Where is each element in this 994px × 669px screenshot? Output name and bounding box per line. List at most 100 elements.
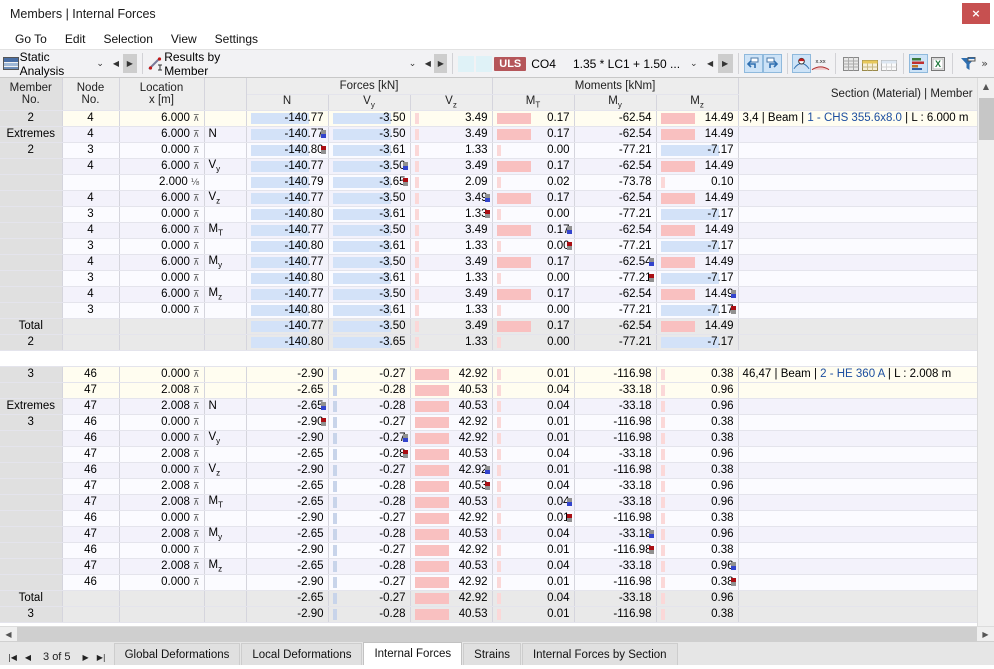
load-combination-group[interactable]: ULS CO4 1.35 * LC1 + 1.50 ... ⌄ ◀ ▶ (456, 50, 734, 77)
prev-page-icon[interactable]: ◀ (21, 653, 35, 662)
block-spacer (0, 350, 978, 367)
first-page-icon[interactable]: |◀ (4, 653, 21, 662)
table-row[interactable]: 47 2.008 ⊼ My -2.65 -0.28 40.53 0.04 -33.18 0.96 (0, 526, 978, 543)
chart-bars-icon[interactable] (909, 54, 929, 73)
location-value: 0.000 (161, 208, 190, 220)
cell-Vy: -3.50 (328, 190, 411, 207)
table-row[interactable]: 2.000 ⅛ -140.79 -3.65 2.09 0.02 -73.78 0.10 (0, 174, 978, 191)
table-row[interactable]: Total -2.65 -0.27 42.92 0.04 -33.18 0.96 (0, 590, 978, 607)
combination-prev-button[interactable]: ◀ (703, 54, 718, 73)
table-row[interactable]: 3 0.000 ⊼ -140.80 -3.61 1.33 0.00 -77.21 -7.17 (0, 302, 978, 319)
table-row[interactable]: Extremes 4 6.000 ⊼ N -140.77 -3.50 3.49 0.17 -62.… (0, 126, 978, 143)
table-row[interactable]: 2 3 0.000 ⊼ -140.80 -3.61 1.33 0.00 -77.21 -7.17 (0, 142, 978, 159)
cell-value: 14.49 (704, 192, 734, 204)
table-row[interactable]: 3 0.000 ⊼ -140.80 -3.61 1.33 0.00 -77.21 -7.17 (0, 206, 978, 223)
table-row[interactable]: Extremes 47 2.008 ⊼ N -2.65 -0.28 40.53 0.04 -33.… (0, 398, 978, 415)
table-row[interactable]: 47 2.008 ⊼ -2.65 -0.28 40.53 0.04 -33.18 0.96 (0, 478, 978, 495)
results-next-button[interactable]: ▶ (434, 54, 448, 73)
menu-item-goto[interactable]: Go To (6, 30, 56, 48)
node-marker-icon: ⊼ (192, 306, 200, 316)
table-row[interactable]: 4 6.000 ⊼ My -140.77 -3.50 3.49 0.17 -62.54 14.49 (0, 254, 978, 271)
cell-MT: 0.04 (492, 494, 575, 511)
horizontal-scroll-thumb[interactable] (17, 626, 977, 642)
analysis-next-button[interactable]: ▶ (122, 54, 137, 73)
overflow-icon[interactable]: » (977, 57, 992, 70)
table-row[interactable]: 3 -2.90 -0.28 40.53 0.01 -116.98 0.38 (0, 606, 978, 623)
analysis-prev-button[interactable]: ◀ (109, 54, 123, 73)
table-row[interactable]: 47 2.008 ⊼ -2.65 -0.28 40.53 0.04 -33.18 0.96 (0, 446, 978, 463)
table-row[interactable]: 3 46 0.000 ⊼ -2.90 -0.27 42.92 0.01 -116.98 0.38 4… (0, 366, 978, 383)
tab-internal-forces-by-section[interactable]: Internal Forces by Section (521, 643, 678, 665)
table-grey-icon[interactable] (841, 54, 860, 73)
tab-internal-forces[interactable]: Internal Forces (363, 642, 463, 665)
vertical-scrollbar[interactable]: ▲ (977, 78, 994, 626)
table-row[interactable]: 4 6.000 ⊼ MT -140.77 -3.50 3.49 0.17 -62.54 14.49 (0, 222, 978, 239)
table-row[interactable]: 3 46 0.000 ⊼ -2.90 -0.27 42.92 0.01 -116.98 0.38 (0, 414, 978, 431)
scroll-up-arrow-icon[interactable]: ▲ (978, 78, 994, 95)
table-row[interactable]: 2 -140.80 -3.65 1.33 0.00 -77.21 -7.17 (0, 334, 978, 351)
chevron-down-icon[interactable]: ⌄ (91, 59, 109, 69)
table-row[interactable]: 2 4 6.000 ⊼ -140.77 -3.50 3.49 0.17 -62.54 14.49 3… (0, 110, 978, 127)
table-row[interactable]: 3 0.000 ⊼ -140.80 -3.61 1.33 0.00 -77.21 -7.17 (0, 238, 978, 255)
cell-My: -116.98 (574, 366, 657, 383)
horizontal-scrollbar[interactable]: ◀ ▶ (0, 626, 994, 642)
node-no-cell: 46 (62, 414, 120, 431)
close-button[interactable]: × (962, 3, 990, 24)
table-row[interactable]: 46 0.000 ⊼ -2.90 -0.27 42.92 0.01 -116.98 0.38 (0, 542, 978, 559)
scroll-left-arrow-icon[interactable]: ◀ (0, 630, 17, 639)
menu-item-view[interactable]: View (162, 30, 206, 48)
table-row[interactable]: 4 6.000 ⊼ Vy -140.77 -3.50 3.49 0.17 -62.54 14.49 (0, 158, 978, 175)
result-diagram-icon[interactable] (792, 54, 812, 73)
criterion-cell (204, 334, 247, 351)
tab-local-deformations[interactable]: Local Deformations (241, 643, 363, 665)
chevron-down-icon-2[interactable]: ⌄ (404, 59, 422, 69)
table-row[interactable]: 3 0.000 ⊼ -140.80 -3.61 1.33 0.00 -77.21 -7.17 (0, 270, 978, 287)
cell-value: 1.33 (465, 144, 488, 156)
table-row[interactable]: 47 2.008 ⊼ MT -2.65 -0.28 40.53 0.04 -33.18 0.96 (0, 494, 978, 511)
table-row[interactable]: 4 6.000 ⊼ Mz -140.77 -3.50 3.49 0.17 -62.54 14.49 (0, 286, 978, 303)
value-bar (414, 224, 419, 236)
last-page-icon[interactable]: ▶| (93, 653, 110, 662)
filter-icon[interactable] (958, 54, 977, 73)
value-bar (496, 160, 531, 172)
member-no-cell: Extremes (0, 398, 63, 415)
table-row[interactable]: 47 2.008 ⊼ -2.65 -0.28 40.53 0.04 -33.18 0.96 (0, 382, 978, 399)
table-row[interactable]: 47 2.008 ⊼ Mz -2.65 -0.28 40.53 0.04 -33.18 0.96 (0, 558, 978, 575)
table-gold-icon[interactable] (860, 54, 879, 73)
member-no-cell (0, 430, 63, 447)
next-page-icon[interactable]: ▶ (79, 653, 93, 662)
chevron-down-icon-3[interactable]: ⌄ (685, 59, 703, 69)
scroll-right-arrow-icon[interactable]: ▶ (977, 630, 994, 639)
table-row[interactable]: 46 0.000 ⊼ Vz -2.90 -0.27 42.92 0.01 -116.98 0.38 (0, 462, 978, 479)
menu-item-settings[interactable]: Settings (206, 30, 267, 48)
undo-arrow-icon[interactable] (743, 54, 763, 73)
cell-Vz: 1.33 (410, 302, 493, 319)
table-row[interactable]: Total -140.77 -3.50 3.49 0.17 -62.54 14.49 (0, 318, 978, 335)
excel-export-icon[interactable]: X (928, 54, 947, 73)
cell-Vz: 40.53 (410, 398, 493, 415)
combination-next-button[interactable]: ▶ (717, 54, 733, 73)
table-row[interactable]: 4 6.000 ⊼ Vz -140.77 -3.50 3.49 0.17 -62.54 14.49 (0, 190, 978, 207)
result-values-icon[interactable]: x.xx (811, 54, 830, 73)
redo-arrow-icon[interactable] (762, 54, 782, 73)
vertical-scroll-thumb[interactable] (979, 98, 994, 140)
section-cell (738, 510, 978, 527)
tab-global-deformations[interactable]: Global Deformations (113, 643, 241, 665)
cell-value: -2.65 (297, 480, 324, 492)
location-value: 0.000 (161, 416, 190, 428)
results-combo[interactable]: Results by Member ⌄ ◀ ▶ (146, 50, 450, 78)
location-value: 0.000 (161, 432, 190, 444)
table-row[interactable]: 46 0.000 ⊼ -2.90 -0.27 42.92 0.01 -116.98 0.38 (0, 574, 978, 591)
cell-value: -3.61 (379, 304, 406, 316)
menu-item-selection[interactable]: Selection (95, 30, 162, 48)
table-row[interactable]: 46 0.000 ⊼ -2.90 -0.27 42.92 0.01 -116.98 0.38 (0, 510, 978, 527)
table-light-icon[interactable] (879, 54, 898, 73)
menu-item-edit[interactable]: Edit (56, 30, 95, 48)
section-link[interactable]: 1 - CHS 355.6x8.0 (807, 112, 902, 124)
cell-value: -0.28 (379, 496, 406, 508)
results-prev-button[interactable]: ◀ (421, 54, 434, 73)
tab-strains[interactable]: Strains (463, 643, 521, 665)
table-row[interactable]: 46 0.000 ⊼ Vy -2.90 -0.27 42.92 0.01 -116.98 0.38 (0, 430, 978, 447)
analysis-combo[interactable]: Static Analysis ⌄ ◀ ▶ (0, 50, 139, 78)
section-link[interactable]: 2 - HE 360 A (820, 368, 885, 380)
